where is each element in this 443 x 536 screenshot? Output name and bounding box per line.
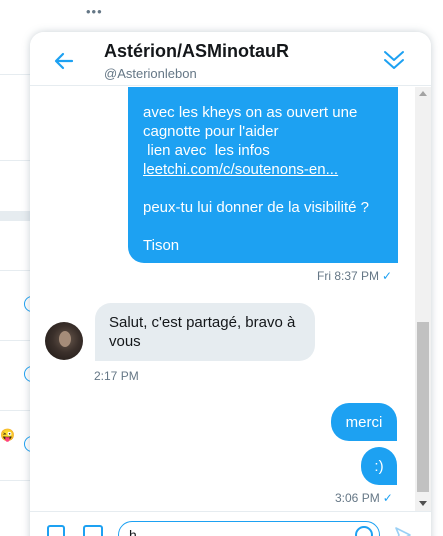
conversation-title[interactable]: Astérion/ASMinotauR	[104, 41, 289, 62]
send-icon[interactable]	[394, 526, 412, 536]
message-timestamp: Fri 8:37 PM ✓	[317, 269, 392, 283]
message-text: peux-tu lui donner de la visibilité ?	[143, 199, 369, 216]
message-thread[interactable]: avec les kheys on as ouvert une cagnotte…	[30, 87, 415, 507]
more-options-icon[interactable]: •••	[86, 4, 103, 19]
timestamp-text: 3:06 PM	[335, 491, 380, 505]
message-link[interactable]: leetchi.com/c/soutenons-en...	[143, 160, 383, 179]
message-text: Tison	[143, 237, 180, 254]
scroll-up-arrow-icon[interactable]	[419, 91, 427, 96]
message-text: :)	[374, 458, 384, 475]
message-text: cagnotte pour l'aider	[143, 123, 279, 140]
message-gap	[143, 217, 383, 236]
outgoing-message[interactable]: merci	[331, 403, 397, 441]
message-composer	[30, 511, 431, 536]
gif-icon[interactable]	[83, 525, 103, 536]
back-arrow-icon[interactable]	[52, 49, 76, 73]
emoji-icon: 😜	[0, 428, 15, 442]
avatar[interactable]	[45, 322, 83, 360]
read-check-icon: ✓	[382, 269, 393, 283]
timestamp-text: Fri 8:37 PM	[317, 269, 380, 283]
message-text: merci	[345, 414, 383, 431]
media-icon[interactable]	[47, 525, 65, 536]
message-timestamp: 3:06 PM ✓	[335, 491, 393, 505]
message-text: Salut, c'est partagé, bravo à	[109, 314, 296, 331]
scroll-down-arrow-icon[interactable]	[419, 501, 427, 506]
collapse-chevron-icon[interactable]	[382, 47, 406, 73]
outgoing-message[interactable]: :)	[361, 447, 397, 485]
dm-panel: Astérion/ASMinotauR @Asterionlebon avec …	[30, 32, 431, 536]
scroll-thumb[interactable]	[417, 322, 429, 492]
thread-scrollbar[interactable]	[415, 87, 431, 511]
incoming-message[interactable]: Salut, c'est partagé, bravo à vous	[95, 303, 315, 361]
message-timestamp: 2:17 PM	[94, 369, 139, 383]
dm-header: Astérion/ASMinotauR @Asterionlebon	[30, 32, 431, 86]
message-text: lien avec les infos	[143, 142, 270, 159]
outgoing-message[interactable]: avec les kheys on as ouvert une cagnotte…	[128, 87, 398, 263]
read-check-icon: ✓	[382, 491, 393, 505]
conversation-handle[interactable]: @Asterionlebon	[104, 66, 197, 81]
message-input[interactable]	[118, 521, 380, 536]
message-text: vous	[109, 333, 141, 350]
message-text: avec les kheys on as ouvert une	[143, 104, 358, 121]
message-gap	[143, 179, 383, 198]
